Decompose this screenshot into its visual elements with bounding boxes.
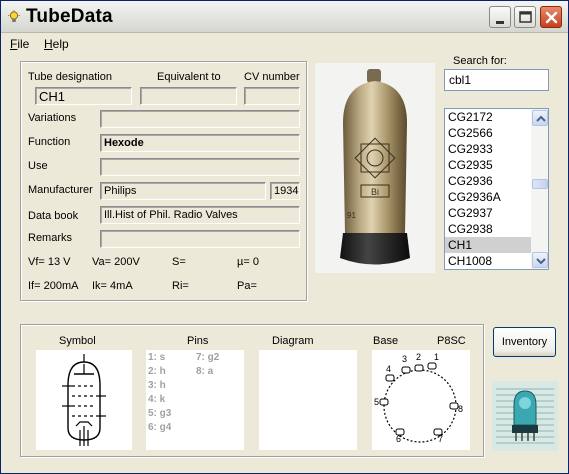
diagram-pane <box>259 350 357 450</box>
search-input[interactable]: cbl1 <box>444 69 549 91</box>
ri-value: Ri= <box>172 280 189 292</box>
function-label: Function <box>28 136 71 148</box>
base-label: Base <box>373 335 399 347</box>
designation-label: Tube designation <box>28 71 112 83</box>
cv-number-label: CV number <box>244 71 300 83</box>
base-pin-number: 4 <box>386 364 391 374</box>
app-window: TubeData File Help Tube designation Equi… <box>0 0 569 474</box>
symbol-label: Symbol <box>59 335 96 347</box>
if-value: If= 200mA <box>28 280 79 292</box>
base-pin-number: 2 <box>416 352 421 362</box>
base-pin-number: 6 <box>396 434 401 444</box>
va-value: Va= 200V <box>92 256 140 268</box>
s-value: S= <box>172 256 186 268</box>
equivalent-label: Equivalent to <box>157 71 221 83</box>
pa-value: Pa= <box>237 280 257 292</box>
pin-3: 3: h <box>148 380 166 391</box>
pin-1: 1: s <box>148 352 166 363</box>
base-pin-number: 1 <box>434 352 439 362</box>
base-pin <box>379 398 389 406</box>
base-pin-number: 3 <box>402 354 407 364</box>
remarks-label: Remarks <box>28 232 73 244</box>
mu-value: µ= 0 <box>237 256 259 268</box>
minimize-icon <box>496 21 504 24</box>
pin-6: 6: g4 <box>148 422 172 433</box>
base-pin-number: 8 <box>458 404 463 414</box>
use-field[interactable] <box>100 158 300 176</box>
close-button[interactable] <box>540 6 562 28</box>
variations-label: Variations <box>28 112 77 124</box>
app-logo <box>492 381 558 451</box>
pins-pane: 1: s 2: h 3: h 4: k 5: g3 6: g4 7: g2 8:… <box>146 350 244 450</box>
scroll-up-button[interactable] <box>532 110 548 126</box>
base-diagram: 123456 78 <box>374 352 463 444</box>
base-pin <box>414 364 424 372</box>
variations-field[interactable] <box>100 110 300 128</box>
results-scrollbar[interactable] <box>531 109 548 269</box>
base-type-label: P8SC <box>437 335 466 347</box>
diagram-label: Diagram <box>272 335 314 347</box>
svg-text:Bi: Bi <box>371 187 379 197</box>
base-pin-number: 5 <box>374 397 379 407</box>
minimize-button[interactable] <box>489 6 511 28</box>
equivalent-field[interactable] <box>140 87 237 105</box>
base-pin-number: 7 <box>438 434 443 444</box>
base-pin <box>449 402 459 410</box>
base-pin <box>385 374 395 382</box>
window-title: TubeData <box>26 6 113 27</box>
pin-4: 4: k <box>148 394 166 405</box>
function-field[interactable]: Hexode <box>100 134 300 152</box>
manufacturer-label: Manufacturer <box>28 184 93 196</box>
tube-symbol <box>62 354 106 446</box>
chevron-up-icon <box>536 115 546 122</box>
use-label: Use <box>28 160 48 172</box>
vf-value: Vf= 13 V <box>28 256 71 268</box>
menu-file[interactable]: File <box>10 37 29 51</box>
base-pin <box>401 366 411 374</box>
svg-text:91: 91 <box>347 211 356 220</box>
menu-help[interactable]: Help <box>44 37 69 51</box>
pin-7: 7: g2 <box>196 352 220 363</box>
base-pane: 12345678 <box>372 350 470 450</box>
chevron-down-icon <box>536 258 546 265</box>
year-field[interactable]: 1934 <box>270 182 300 200</box>
maximize-icon <box>519 11 532 23</box>
scroll-thumb[interactable] <box>532 179 548 189</box>
pin-5: 5: g3 <box>148 408 172 419</box>
title-bar[interactable]: TubeData <box>1 1 568 33</box>
ik-value: Ik= 4mA <box>92 280 133 292</box>
lightbulb-icon <box>8 10 20 22</box>
remarks-field[interactable] <box>100 230 300 248</box>
inventory-button[interactable]: Inventory <box>493 327 556 357</box>
tube-photo: Bi 91 <box>315 63 435 273</box>
close-icon <box>545 11 558 24</box>
search-label: Search for: <box>453 55 507 67</box>
menu-bar: File Help <box>1 34 568 53</box>
manufacturer-field[interactable]: Philips <box>100 182 266 200</box>
symbol-pane <box>36 350 132 450</box>
scroll-down-button[interactable] <box>532 252 548 268</box>
pin-2: 2: h <box>148 366 166 377</box>
results-list[interactable]: CG2172 CG2566 CG2933 CG2935 CG2936 CG2936A CG2… <box>444 108 549 270</box>
cv-number-field[interactable] <box>244 87 300 105</box>
pins-label: Pins <box>187 335 209 347</box>
databook-label: Data book <box>28 210 79 222</box>
base-pin <box>427 362 437 370</box>
databook-field[interactable]: Ill.Hist of Phil. Radio Valves <box>100 206 300 224</box>
pin-8: 8: a <box>196 366 214 377</box>
designation-field[interactable]: CH1 <box>35 87 132 105</box>
maximize-button[interactable] <box>514 6 536 28</box>
